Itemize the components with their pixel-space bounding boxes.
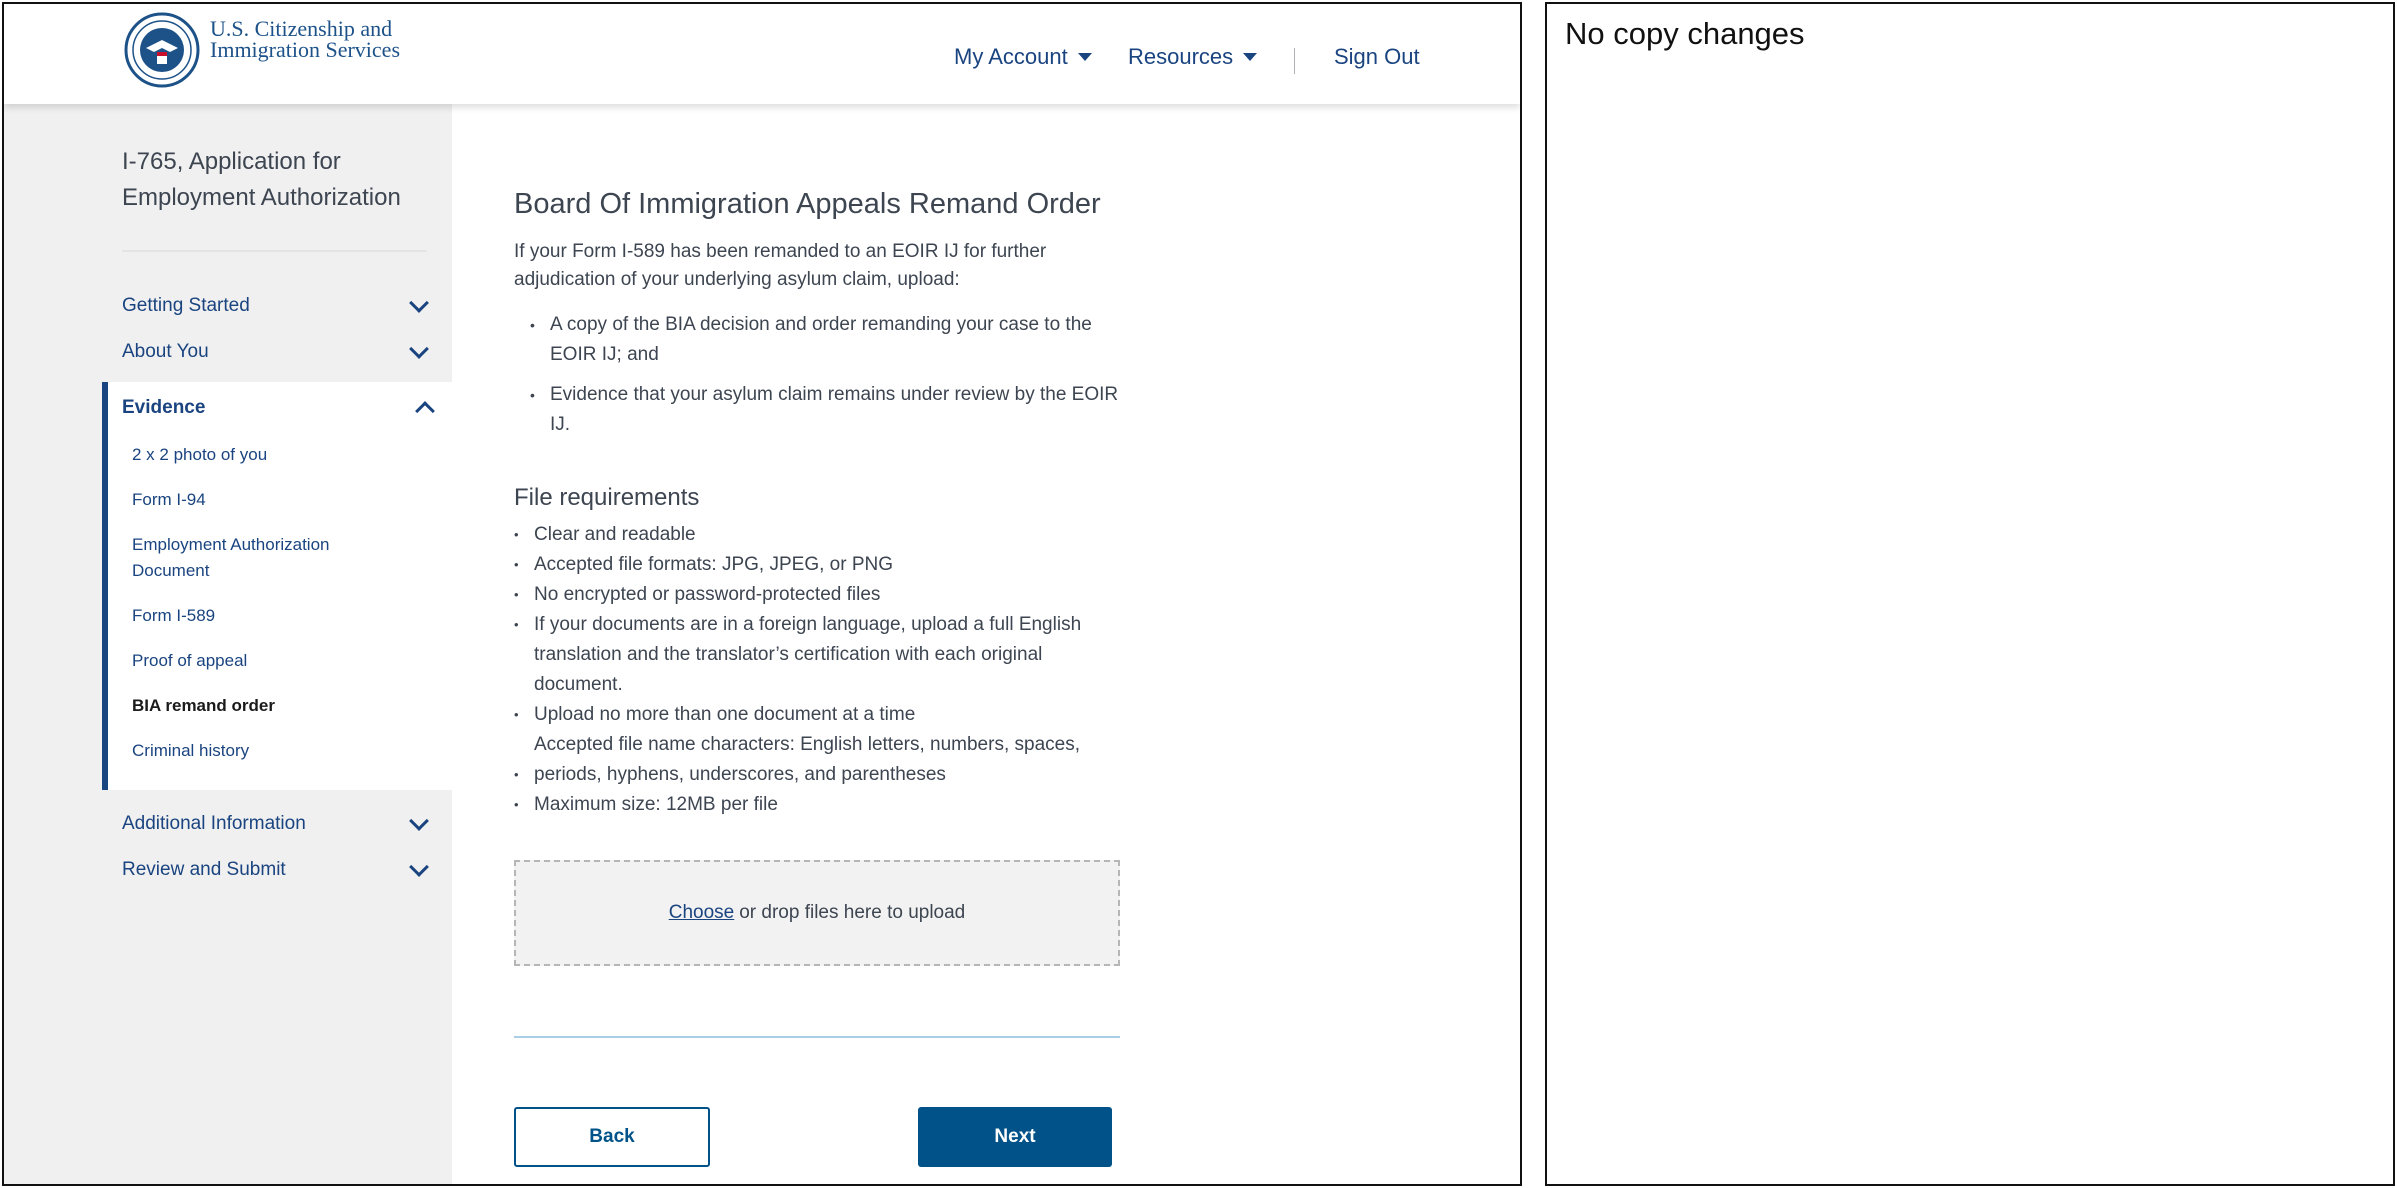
dhs-seal-icon[interactable] — [124, 12, 200, 88]
caret-down-icon — [1077, 53, 1092, 61]
sidebar-item-label: Evidence — [122, 397, 206, 418]
sidebar-subitem-proof-of-appeal[interactable]: Proof of appeal — [132, 648, 392, 674]
sidebar-subitem-form-i94[interactable]: Form I-94 — [132, 487, 392, 513]
chevron-down-icon — [409, 811, 429, 831]
site-header: U.S. Citizenship and Immigration Service… — [4, 4, 1520, 104]
list-item: No encrypted or password-protected files — [514, 580, 1114, 610]
list-item: Accepted file formats: JPG, JPEG, or PNG — [514, 550, 1114, 580]
sidebar-item-label: Review and Submit — [122, 859, 286, 880]
list-item: If your documents are in a foreign langu… — [514, 610, 1114, 700]
agency-name: U.S. Citizenship and Immigration Service… — [210, 16, 401, 62]
sidebar-item-additional-information[interactable]: Additional Information — [122, 808, 434, 840]
chevron-down-icon — [409, 857, 429, 877]
sidebar-subitem-ead[interactable]: Employment Authorization Document — [132, 532, 392, 584]
back-button[interactable]: Back — [514, 1107, 710, 1167]
sidebar-item-review-and-submit[interactable]: Review and Submit — [122, 854, 434, 886]
file-dropzone[interactable]: Choose or drop files here to upload — [514, 860, 1120, 966]
dropzone-instructions: or drop files here to upload — [739, 902, 966, 923]
caret-down-icon — [1243, 53, 1258, 61]
my-account-label: My Account — [954, 44, 1068, 69]
list-item: Clear and readable — [514, 520, 1114, 550]
sidebar-subitem-bia-remand-order[interactable]: BIA remand order — [132, 693, 392, 719]
sign-out-link[interactable]: Sign Out — [1334, 44, 1420, 70]
sign-out-label: Sign Out — [1334, 44, 1420, 69]
file-requirements-heading: File requirements — [514, 484, 700, 511]
sidebar-section-evidence: Evidence 2 x 2 photo of you Form I-94 Em… — [102, 382, 452, 790]
resources-menu[interactable]: Resources — [1128, 44, 1258, 70]
sidebar: I-765, Application for Employment Author… — [4, 104, 452, 1184]
sidebar-subitem-form-i589[interactable]: Form I-589 — [132, 603, 392, 629]
resources-label: Resources — [1128, 44, 1234, 69]
sidebar-subitem-criminal-history[interactable]: Criminal history — [132, 738, 392, 764]
chevron-down-icon — [409, 293, 429, 313]
application-title: I-765, Application for Employment Author… — [122, 148, 401, 211]
file-requirements-list: Clear and readable Accepted file formats… — [514, 520, 1114, 820]
page-title: Board Of Immigration Appeals Remand Orde… — [514, 188, 1101, 220]
notes-text: No copy changes — [1565, 16, 1805, 51]
sidebar-subitem-photo[interactable]: 2 x 2 photo of you — [132, 442, 392, 468]
sidebar-item-getting-started[interactable]: Getting Started — [122, 290, 434, 322]
list-item: Upload no more than one document at a ti… — [514, 700, 1114, 730]
choose-file-link[interactable]: Choose — [669, 902, 735, 924]
next-button[interactable]: Next — [918, 1107, 1112, 1167]
sidebar-item-label: Getting Started — [122, 295, 250, 316]
list-item: Maximum size: 12MB per file — [514, 790, 1114, 820]
section-divider — [514, 1036, 1120, 1038]
sidebar-divider — [122, 250, 427, 252]
chevron-down-icon — [409, 339, 429, 359]
my-account-menu[interactable]: My Account — [954, 44, 1092, 70]
list-item: A copy of the BIA decision and order rem… — [530, 310, 1120, 370]
list-item: periods, hyphens, underscores, and paren… — [514, 760, 1114, 790]
sidebar-item-label: About You — [122, 341, 209, 362]
nav-divider — [1294, 48, 1295, 74]
chevron-up-icon — [415, 401, 435, 421]
intro-text: If your Form I-589 has been remanded to … — [514, 241, 1047, 290]
page-frame: U.S. Citizenship and Immigration Service… — [2, 2, 1522, 1186]
sidebar-item-evidence[interactable]: Evidence — [122, 392, 440, 424]
notes-panel: No copy changes — [1545, 2, 2395, 1186]
upload-items-list: A copy of the BIA decision and order rem… — [530, 310, 1120, 440]
list-item: Accepted file name characters: English l… — [534, 734, 1080, 755]
sidebar-item-label: Additional Information — [122, 813, 306, 834]
list-item: Evidence that your asylum claim remains … — [530, 380, 1120, 440]
sidebar-item-about-you[interactable]: About You — [122, 336, 434, 368]
